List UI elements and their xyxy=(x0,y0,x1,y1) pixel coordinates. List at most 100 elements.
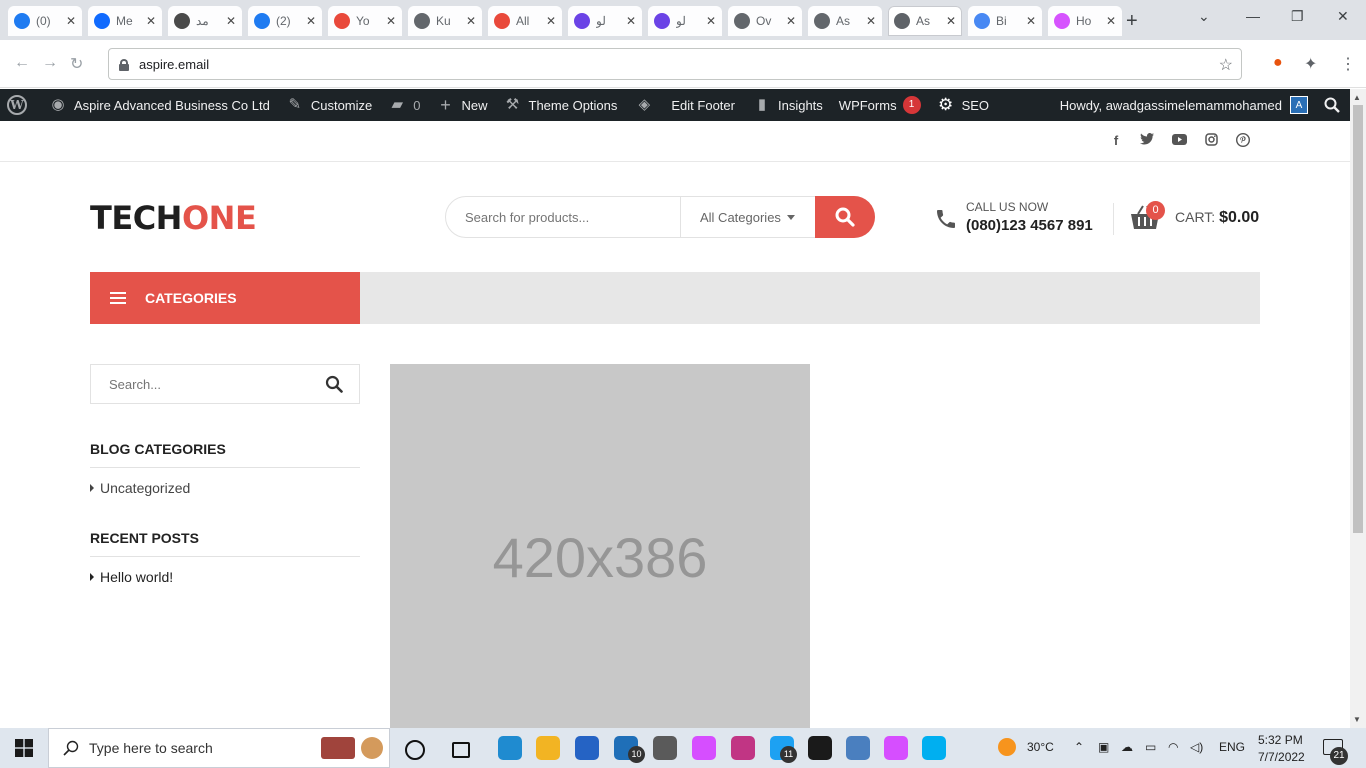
hotjar-taskbar-icon[interactable] xyxy=(692,736,716,760)
product-search-input[interactable] xyxy=(446,197,680,237)
browser-tab[interactable]: Me ✕ xyxy=(88,6,162,36)
forward-icon[interactable]: → xyxy=(42,54,58,72)
site-logo[interactable]: TECHONE xyxy=(90,199,257,237)
language-indicator[interactable]: ENG xyxy=(1219,740,1245,754)
close-tab-icon[interactable]: ✕ xyxy=(786,14,796,28)
address-bar[interactable]: aspire.email ☆ xyxy=(108,48,1242,80)
taskbar-search-box[interactable]: Type here to search xyxy=(48,728,390,768)
twitter-icon[interactable] xyxy=(1139,133,1155,148)
browser-menu-icon[interactable]: ⋮ xyxy=(1340,54,1356,74)
bookmark-star-icon[interactable]: ☆ xyxy=(1219,55,1233,75)
temperature-text[interactable]: 30°C xyxy=(1027,740,1054,754)
browser-tab[interactable]: As ✕ xyxy=(888,6,962,36)
admin-theme-options[interactable]: ⚒ Theme Options xyxy=(496,89,626,121)
calculator-icon[interactable] xyxy=(653,736,677,760)
hotjar-taskbar-icon-2[interactable] xyxy=(884,736,908,760)
call-us-number[interactable]: (080)123 4567 891 xyxy=(966,217,1093,234)
close-tab-icon[interactable]: ✕ xyxy=(306,14,316,28)
close-tab-icon[interactable]: ✕ xyxy=(866,14,876,28)
skype-icon[interactable] xyxy=(922,736,946,760)
close-tab-icon[interactable]: ✕ xyxy=(1106,14,1116,28)
browser-tab[interactable]: (0) ✕ xyxy=(8,6,82,36)
extensions-puzzle-icon[interactable]: ✦ xyxy=(1304,54,1317,74)
new-tab-button[interactable]: + xyxy=(1126,10,1138,33)
clock-date[interactable]: 7/7/2022 xyxy=(1258,750,1305,764)
tray-battery-icon[interactable]: ▭ xyxy=(1145,740,1156,754)
close-tab-icon[interactable]: ✕ xyxy=(66,14,76,28)
browser-tab[interactable]: لو ✕ xyxy=(568,6,642,36)
facebook-icon[interactable]: f xyxy=(1108,133,1124,148)
browser-tab[interactable]: (2) ✕ xyxy=(248,6,322,36)
admin-edit-footer[interactable]: ◈ Edit Footer xyxy=(625,89,743,121)
browser-tab[interactable]: Ku ✕ xyxy=(408,6,482,36)
categories-menu-button[interactable]: CATEGORIES xyxy=(90,272,360,324)
close-tab-icon[interactable]: ✕ xyxy=(466,14,476,28)
windows-start-icon[interactable] xyxy=(0,728,48,768)
admin-seo[interactable]: ⚙ SEO xyxy=(929,89,997,121)
close-tab-icon[interactable]: ✕ xyxy=(386,14,396,28)
admin-insights[interactable]: ▮ Insights xyxy=(743,89,831,121)
close-tab-icon[interactable]: ✕ xyxy=(146,14,156,28)
store-icon[interactable] xyxy=(575,736,599,760)
browser-tab[interactable]: Bi ✕ xyxy=(968,6,1042,36)
close-tab-icon[interactable]: ✕ xyxy=(946,14,956,28)
admin-search-icon[interactable] xyxy=(1316,89,1350,121)
browser-tab[interactable]: لو ✕ xyxy=(648,6,722,36)
close-window-button[interactable]: ✕ xyxy=(1337,8,1349,25)
admin-site-name[interactable]: ◉ Aspire Advanced Business Co Ltd xyxy=(41,89,278,121)
category-select[interactable]: All Categories xyxy=(680,197,816,237)
browser-tab[interactable]: Ov ✕ xyxy=(728,6,802,36)
tray-volume-icon[interactable]: ◁) xyxy=(1190,740,1203,754)
close-tab-icon[interactable]: ✕ xyxy=(226,14,236,28)
scroll-up-icon[interactable]: ▲ xyxy=(1353,93,1361,102)
youtube-icon[interactable] xyxy=(1171,133,1187,148)
admin-wpforms[interactable]: WPForms 1 xyxy=(831,89,929,121)
list-item[interactable]: Hello world! xyxy=(90,569,173,585)
list-item[interactable]: Uncategorized xyxy=(90,480,190,496)
tray-onedrive-icon[interactable]: ☁ xyxy=(1121,740,1133,754)
instagram-icon[interactable] xyxy=(1203,133,1219,149)
cortana-icon[interactable] xyxy=(405,740,425,760)
admin-account[interactable]: Howdy, awadgassimelemammohamed A xyxy=(1052,89,1316,121)
close-tab-icon[interactable]: ✕ xyxy=(1026,14,1036,28)
browser-tab[interactable]: Ho ✕ xyxy=(1048,6,1122,36)
close-tab-icon[interactable]: ✕ xyxy=(626,14,636,28)
wordpress-logo-icon[interactable]: W xyxy=(0,89,41,121)
tray-chevron-up-icon[interactable]: ⌃ xyxy=(1074,740,1084,754)
edge-icon[interactable] xyxy=(498,736,522,760)
tray-meet-icon[interactable]: ▣ xyxy=(1098,740,1109,754)
browser-tab[interactable]: Yo ✕ xyxy=(328,6,402,36)
placeholder-image[interactable]: 420x386 xyxy=(390,364,810,728)
sidebar-search-button[interactable] xyxy=(309,375,359,393)
restore-button[interactable]: ❐ xyxy=(1291,8,1304,25)
minimize-button[interactable]: — xyxy=(1246,8,1260,24)
back-icon[interactable]: ← xyxy=(14,54,30,72)
close-tab-icon[interactable]: ✕ xyxy=(706,14,716,28)
browser-tab[interactable]: As ✕ xyxy=(808,6,882,36)
task-view-icon[interactable] xyxy=(452,742,470,758)
scrollbar-thumb[interactable] xyxy=(1353,105,1363,533)
sidebar-search-input[interactable] xyxy=(91,365,309,403)
reload-icon[interactable]: ↻ xyxy=(70,54,83,74)
scroll-down-icon[interactable]: ▼ xyxy=(1353,715,1361,724)
admin-comments[interactable]: ▰ 0 xyxy=(380,89,428,121)
instagram-taskbar-icon[interactable] xyxy=(731,736,755,760)
browser-tab[interactable]: All ✕ xyxy=(488,6,562,36)
admin-new[interactable]: + New xyxy=(429,89,496,121)
page-scrollbar[interactable]: ▲ ▼ xyxy=(1350,89,1366,728)
search-icon xyxy=(63,740,79,756)
file-explorer-icon[interactable] xyxy=(536,736,560,760)
close-tab-icon[interactable]: ✕ xyxy=(546,14,556,28)
tray-wifi-icon[interactable]: ◠ xyxy=(1168,740,1178,754)
pinterest-icon[interactable] xyxy=(1235,132,1251,150)
extension-fire-icon[interactable]: ● xyxy=(1273,54,1283,72)
admin-customize[interactable]: ✎ Customize xyxy=(278,89,380,121)
tab-search-icon[interactable]: ⌄ xyxy=(1198,8,1210,25)
remote-desktop-icon[interactable] xyxy=(846,736,870,760)
weather-sun-icon[interactable] xyxy=(998,738,1016,756)
product-search-button[interactable] xyxy=(815,196,875,238)
clock-time[interactable]: 5:32 PM xyxy=(1258,733,1303,747)
browser-tab[interactable]: مد ✕ xyxy=(168,6,242,36)
cart-summary[interactable]: CART: $0.00 xyxy=(1175,209,1259,227)
sticky-notes-icon[interactable] xyxy=(808,736,832,760)
